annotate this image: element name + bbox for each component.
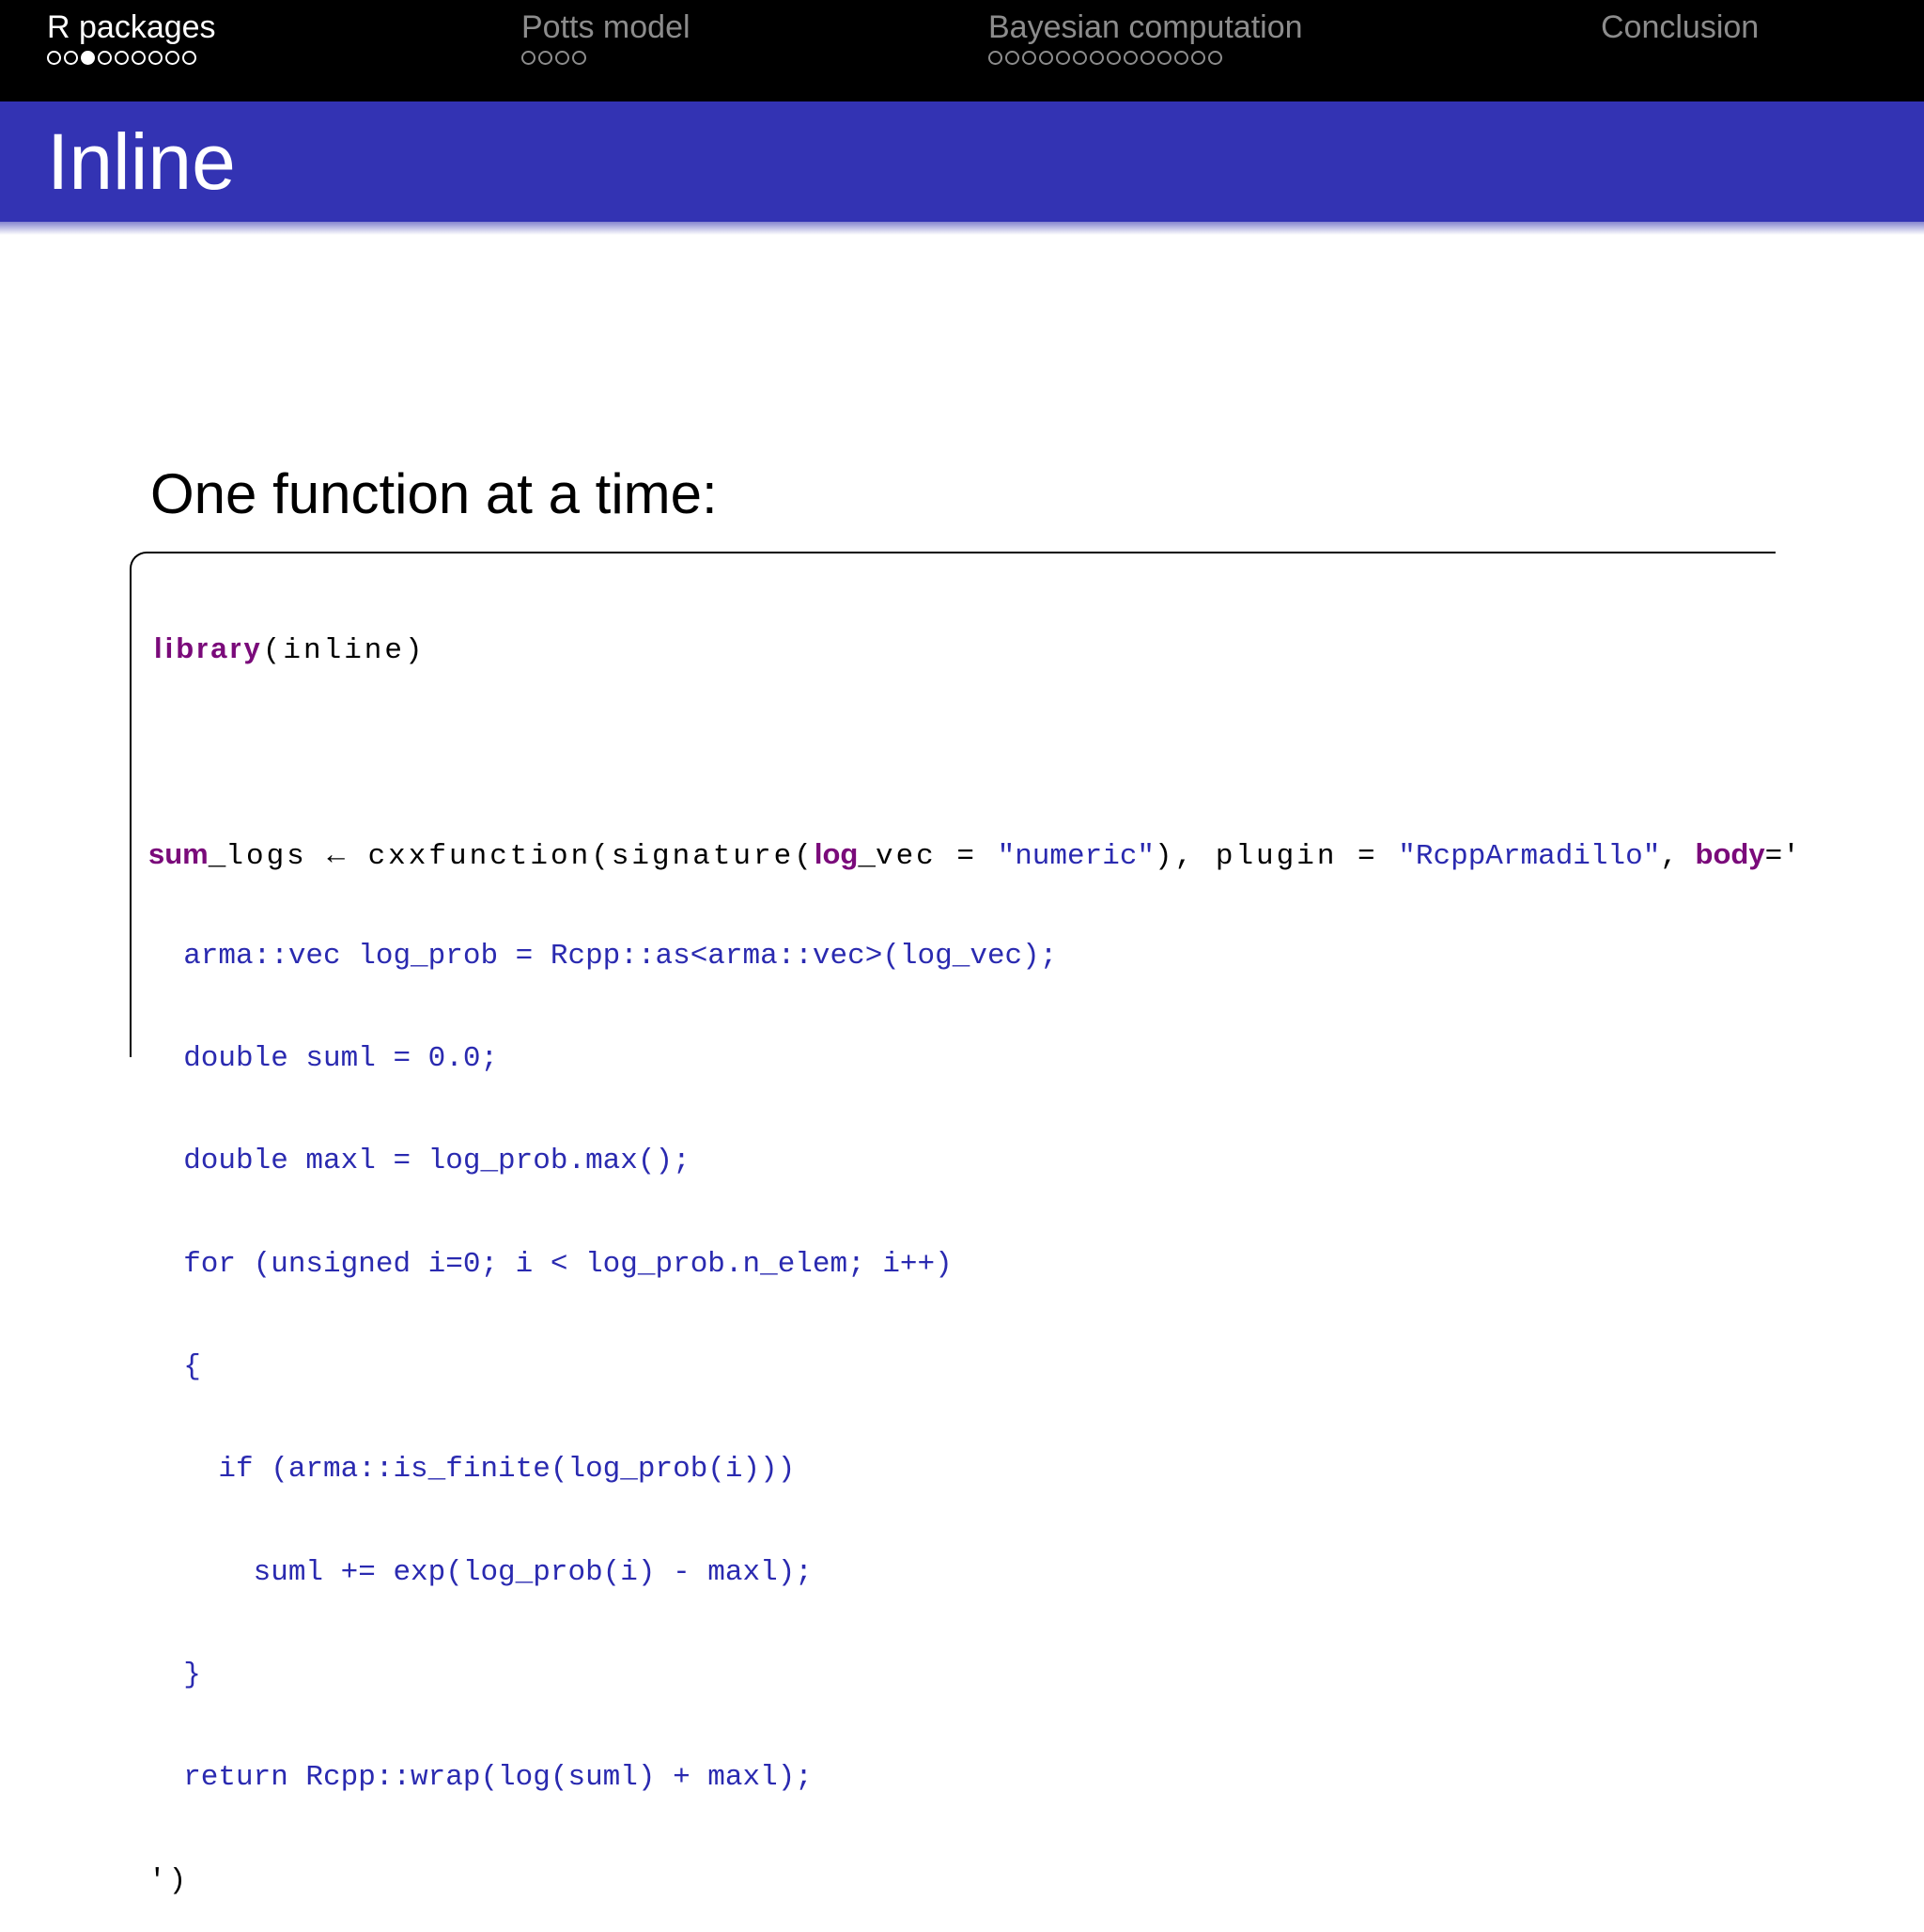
code-text: , [1660,839,1696,873]
nav-slide-dot[interactable] [1140,51,1155,65]
nav-slide-dot[interactable] [47,51,61,65]
code-line-body: arma::vec log_prob = Rcpp::as<arma::vec>… [148,939,1058,973]
code-line-cxxfunction: sum_logs ← cxxfunction(signature(log_vec… [148,835,1800,873]
intro-text: One function at a time: [150,462,718,525]
code-block: library(inline) sum_logs ← cxxfunction(s… [148,564,1800,1932]
code-line-body: return Rcpp::wrap(log(suml) + maxl); [148,1761,813,1795]
code-string: "RcppArmadillo" [1398,839,1661,873]
nav-section-title[interactable]: R packages [47,6,216,49]
code-line-body: { [148,1350,201,1384]
nav-slide-dot[interactable] [1005,51,1019,65]
nav-section-r-packages[interactable]: R packages [47,6,216,65]
nav-slide-dot[interactable] [1191,51,1205,65]
code-line-body: double maxl = log_prob.max(); [148,1145,690,1178]
nav-slide-dot[interactable] [1107,51,1121,65]
code-string: "numeric" [997,839,1156,873]
code-line-body: suml += exp(log_prob(i) - maxl); [148,1555,813,1589]
nav-section-title[interactable]: Potts model [521,6,690,49]
code-line-body: double suml = 0.0; [148,1042,499,1076]
nav-slide-dot[interactable] [555,51,569,65]
code-keyword: body [1695,836,1765,870]
nav-slide-dot[interactable] [988,51,1002,65]
nav-section-bayesian-computation[interactable]: Bayesian computation [988,6,1303,65]
code-text: vec = [875,839,998,873]
nav-section-conclusion[interactable]: Conclusion [1601,6,1759,49]
nav-slide-dot[interactable] [1056,51,1070,65]
nav-slide-dot[interactable] [1090,51,1104,65]
section-navigation: R packages Potts model Bayesian computat… [0,0,1924,101]
code-keyword: sum [148,836,209,870]
nav-progress-dots [521,51,690,65]
code-line-body: for (unsigned i=0; i < log_prob.n_elem; … [148,1247,953,1281]
nav-section-title[interactable]: Conclusion [1601,6,1759,49]
code-text: logs ← cxxfunction(signature( [225,839,815,873]
nav-slide-dot[interactable] [115,51,129,65]
nav-slide-dot[interactable] [521,51,535,65]
nav-slide-dot[interactable] [182,51,196,65]
code-text: =' [1764,839,1800,873]
frame-title: Inline [47,117,236,206]
code-text: _ [858,839,876,873]
nav-slide-dot[interactable] [165,51,179,65]
nav-slide-dot[interactable] [81,51,95,65]
nav-slide-dot[interactable] [1157,51,1171,65]
nav-slide-dot[interactable] [1073,51,1087,65]
nav-slide-dot[interactable] [1039,51,1053,65]
nav-slide-dot[interactable] [132,51,146,65]
nav-slide-dot[interactable] [538,51,552,65]
code-line-body: } [148,1658,201,1691]
code-line-body: if (arma::is_finite(log_prob(i))) [148,1453,796,1487]
code-text: _ [208,839,226,873]
nav-section-title[interactable]: Bayesian computation [988,6,1303,49]
nav-slide-dot[interactable] [1022,51,1036,65]
nav-slide-dot[interactable] [98,51,112,65]
nav-progress-dots [47,51,216,65]
nav-slide-dot[interactable] [1124,51,1138,65]
frame-title-bar: Inline [0,101,1924,235]
code-text: ), plugin = [1155,839,1399,873]
nav-slide-dot[interactable] [64,51,78,65]
nav-progress-dots [988,51,1303,65]
code-keyword: library [154,631,263,664]
code-line-closing: ') [148,1863,190,1897]
code-text: (inline) [262,634,426,667]
code-keyword: log [814,836,859,870]
code-line-library: library(inline) [148,630,1800,667]
nav-slide-dot[interactable] [1208,51,1222,65]
nav-slide-dot[interactable] [148,51,163,65]
nav-section-potts-model[interactable]: Potts model [521,6,690,65]
nav-slide-dot[interactable] [572,51,586,65]
nav-slide-dot[interactable] [1174,51,1188,65]
